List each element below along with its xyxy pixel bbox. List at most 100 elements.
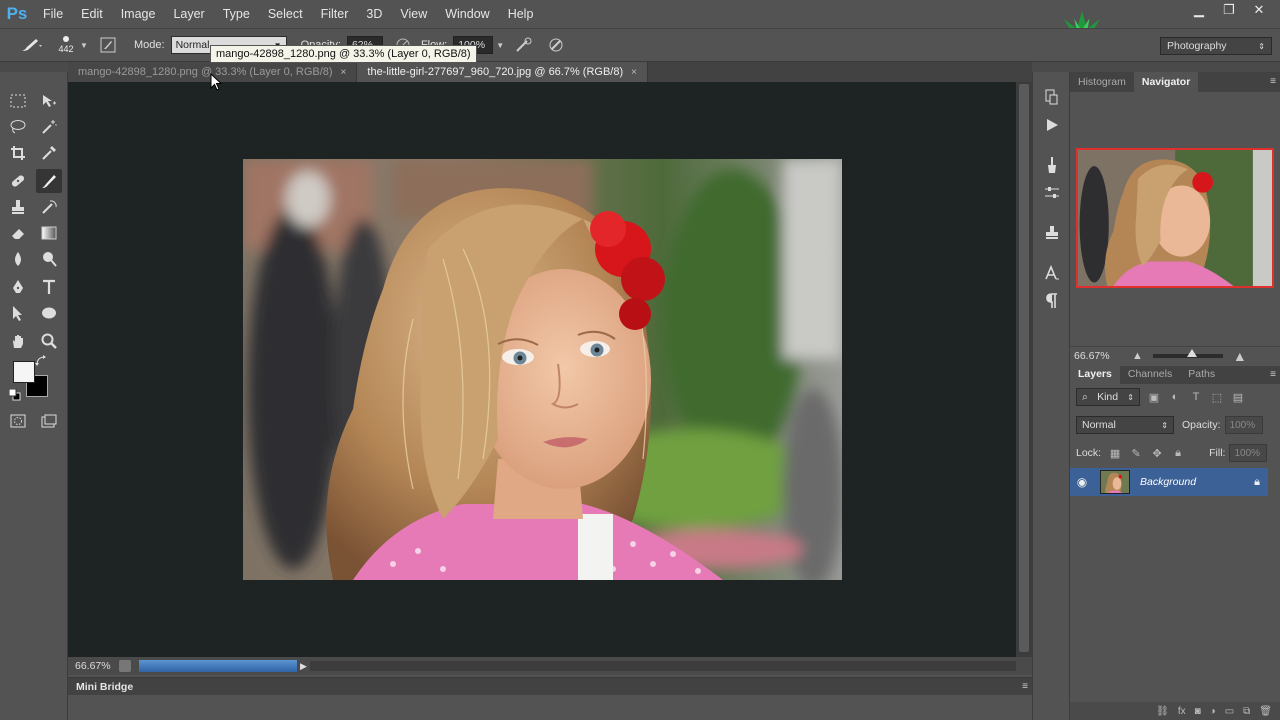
navigator-zoom-value[interactable]: 66.67% — [1074, 350, 1132, 362]
crop-tool[interactable] — [5, 141, 31, 165]
panel-menu-icon[interactable]: ≡ — [1270, 369, 1276, 380]
new-adjustment-icon[interactable]: ◑ — [1210, 706, 1216, 717]
tab-layers[interactable]: Layers — [1070, 364, 1120, 384]
pressure-size-toggle[interactable] — [544, 33, 568, 57]
maximize-button[interactable]: ❐ — [1214, 0, 1244, 20]
dock-header[interactable] — [1032, 62, 1070, 72]
eye-icon[interactable]: ◉ — [1070, 475, 1094, 489]
zoom-in-icon[interactable]: ▲ — [1233, 348, 1247, 364]
clone-source-icon[interactable] — [1041, 222, 1063, 244]
lock-all-icon[interactable]: 🔒︎ — [1171, 446, 1185, 460]
menu-select[interactable]: Select — [259, 0, 312, 28]
swap-colors-icon[interactable] — [34, 354, 48, 368]
zoom-tool[interactable] — [36, 329, 62, 353]
document-info-icon[interactable] — [119, 660, 131, 672]
menu-3d[interactable]: 3D — [357, 0, 391, 28]
close-icon[interactable]: × — [341, 67, 347, 78]
status-zoom-value[interactable]: 66.67% — [75, 660, 119, 672]
menu-window[interactable]: Window — [436, 0, 498, 28]
panel-menu-icon[interactable]: ≡ — [1270, 76, 1276, 87]
panel-menu-icon[interactable]: ≡ — [1022, 681, 1028, 692]
marquee-tool[interactable] — [5, 89, 31, 113]
tools-panel-header[interactable] — [0, 62, 68, 72]
close-window-button[interactable]: ✕ — [1244, 0, 1274, 20]
new-layer-icon[interactable]: ⧉ — [1243, 706, 1250, 717]
layer-name[interactable]: Background — [1140, 476, 1254, 488]
menu-type[interactable]: Type — [214, 0, 259, 28]
eyedropper-tool[interactable] — [36, 141, 62, 165]
screen-mode-toggle[interactable] — [36, 409, 62, 433]
brush-presets-icon[interactable] — [1041, 154, 1063, 176]
mini-bridge-header[interactable]: Mini Bridge ≡ — [68, 678, 1032, 695]
default-colors-icon[interactable] — [8, 388, 22, 402]
lasso-tool[interactable] — [5, 115, 31, 139]
menu-view[interactable]: View — [391, 0, 436, 28]
gradient-tool[interactable] — [36, 221, 62, 245]
menu-layer[interactable]: Layer — [164, 0, 213, 28]
actions-icon[interactable] — [1041, 114, 1063, 136]
tool-preset-picker[interactable] — [16, 33, 46, 57]
tab-channels[interactable]: Channels — [1120, 364, 1180, 384]
menu-image[interactable]: Image — [112, 0, 165, 28]
dodge-tool[interactable] — [36, 247, 62, 271]
lock-icon[interactable]: 🔒︎ — [1254, 476, 1260, 489]
filter-adjustment-icon[interactable]: ◐ — [1168, 390, 1182, 404]
blur-tool[interactable] — [5, 247, 31, 271]
new-group-icon[interactable]: ▭ — [1225, 706, 1234, 717]
character-icon[interactable] — [1041, 262, 1063, 284]
lock-transparency-icon[interactable]: ▦ — [1108, 446, 1122, 460]
layer-row[interactable]: ◉ Background 🔒︎ — [1070, 468, 1268, 496]
shape-tool[interactable] — [36, 301, 62, 325]
brush-preset-picker[interactable]: 442 — [52, 31, 80, 59]
delete-layer-icon[interactable]: 🗑︎ — [1259, 706, 1272, 717]
menu-edit[interactable]: Edit — [72, 0, 112, 28]
document-tab-active[interactable]: the-little-girl-277697_960_720.jpg @ 66.… — [357, 62, 648, 82]
play-arrow-icon[interactable]: ▶ — [300, 661, 307, 672]
layer-opacity-field[interactable]: 100% — [1224, 416, 1263, 434]
filter-pixel-icon[interactable]: ▣ — [1147, 390, 1161, 404]
chevron-down-icon[interactable]: ▼ — [496, 41, 504, 50]
tab-paths[interactable]: Paths — [1180, 364, 1223, 384]
clone-stamp-tool[interactable] — [5, 195, 31, 219]
vertical-scrollbar[interactable] — [1016, 82, 1032, 657]
tab-histogram[interactable]: Histogram — [1070, 72, 1134, 92]
adjustments-icon[interactable] — [1041, 182, 1063, 204]
tab-navigator[interactable]: Navigator — [1133, 72, 1199, 92]
healing-brush-tool[interactable] — [5, 169, 31, 193]
airbrush-toggle[interactable] — [512, 33, 536, 57]
eraser-tool[interactable] — [5, 221, 31, 245]
add-mask-icon[interactable]: ◙ — [1195, 706, 1201, 717]
lock-image-icon[interactable]: ✎ — [1129, 446, 1143, 460]
lock-position-icon[interactable]: ✥ — [1150, 446, 1164, 460]
navigator-preview[interactable] — [1076, 148, 1274, 288]
menu-help[interactable]: Help — [499, 0, 543, 28]
foreground-color-swatch[interactable] — [13, 361, 35, 383]
close-icon[interactable]: × — [631, 67, 637, 78]
pen-tool[interactable] — [5, 275, 31, 299]
history-icon[interactable] — [1041, 86, 1063, 108]
menu-filter[interactable]: Filter — [312, 0, 358, 28]
brush-panel-toggle[interactable] — [96, 33, 120, 57]
menu-file[interactable]: File — [34, 0, 72, 28]
chevron-down-icon[interactable]: ▼ — [80, 41, 88, 50]
filter-type-icon[interactable]: T — [1189, 390, 1203, 404]
link-layers-icon[interactable]: ⛓ — [1156, 706, 1169, 717]
filter-shape-icon[interactable]: ⬚ — [1210, 390, 1224, 404]
paragraph-icon[interactable] — [1041, 290, 1063, 312]
scrollbar-thumb[interactable] — [1019, 84, 1029, 652]
history-brush-tool[interactable] — [36, 195, 62, 219]
path-selection-tool[interactable] — [5, 301, 31, 325]
filter-smart-object-icon[interactable]: ▤ — [1231, 390, 1245, 404]
zoom-out-icon[interactable]: ▲ — [1132, 350, 1143, 362]
workspace-switcher[interactable]: Photography ⇕ — [1160, 37, 1272, 55]
zoom-slider-knob[interactable] — [1186, 348, 1197, 357]
hand-tool[interactable] — [5, 329, 31, 353]
zoom-slider[interactable] — [1152, 348, 1223, 358]
blend-mode-select[interactable]: Normal ⇕ — [1076, 416, 1174, 434]
document-image[interactable] — [243, 159, 842, 580]
move-tool[interactable] — [36, 89, 62, 113]
type-tool[interactable] — [36, 275, 62, 299]
horizontal-scrollbar[interactable] — [310, 661, 1016, 671]
quick-mask-toggle[interactable] — [5, 409, 31, 433]
right-panels-header[interactable] — [1070, 62, 1280, 72]
